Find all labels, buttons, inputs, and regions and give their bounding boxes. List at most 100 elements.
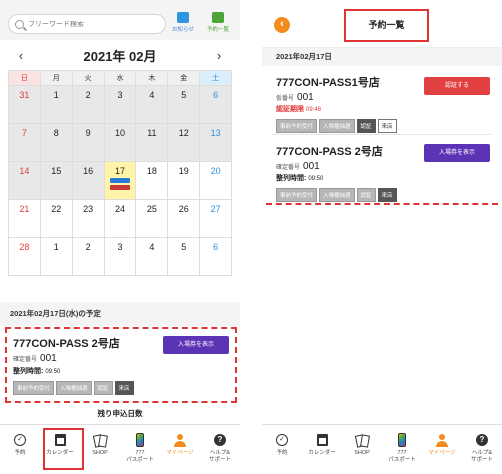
calendar-day[interactable]: 8 bbox=[40, 124, 73, 162]
calendar-day[interactable]: 4 bbox=[136, 86, 169, 124]
calendar-grid: 日 月 火 水 木 金 土 31 1 2 3 4 5 6 7 8 9 10 11… bbox=[8, 70, 233, 276]
help-icon: ? bbox=[214, 434, 226, 446]
tab-shop[interactable]: SHOP bbox=[342, 425, 382, 474]
calendar-day[interactable]: 3 bbox=[104, 238, 137, 276]
calendar-day[interactable]: 13 bbox=[200, 124, 233, 162]
calendar-day[interactable]: 31 bbox=[9, 86, 41, 124]
calendar-day[interactable]: 5 bbox=[168, 86, 201, 124]
mail-icon bbox=[177, 12, 189, 23]
search-input[interactable] bbox=[28, 20, 148, 28]
tab-calendar[interactable]: カレンダー bbox=[302, 425, 342, 474]
code-row: 確定番号 001 bbox=[13, 353, 229, 364]
tab-label: カレンダー bbox=[308, 450, 336, 456]
time-value: 09:48 bbox=[306, 107, 322, 113]
tab-mypage[interactable]: マイページ bbox=[422, 425, 462, 474]
status-steps: 事前予約受付 入場権抽選 認証 来店 bbox=[13, 381, 229, 395]
tab-label: SHOP bbox=[354, 450, 370, 456]
calendar-day[interactable]: 2 bbox=[72, 238, 105, 276]
time-value: 09:50 bbox=[308, 176, 324, 182]
tab-help[interactable]: ? ヘルプ& サポート bbox=[462, 425, 502, 474]
step-chip: 事前予約受付 bbox=[13, 381, 55, 395]
calendar-day[interactable]: 9 bbox=[72, 124, 105, 162]
tab-label: 777 パスポート bbox=[126, 450, 154, 463]
tab-label: 予約 bbox=[276, 450, 288, 456]
calendar-week: 28 1 2 3 4 5 6 bbox=[9, 238, 233, 276]
calendar-day[interactable]: 15 bbox=[40, 162, 73, 200]
schedule-date-label: 2021年02月17日(水)の予定 bbox=[0, 302, 240, 326]
tab-highlight bbox=[43, 428, 84, 470]
notice-button[interactable]: お知らせ bbox=[170, 12, 196, 33]
tab-label: SHOP bbox=[92, 450, 108, 456]
calendar-day-number: 17 bbox=[115, 166, 126, 176]
phone-icon bbox=[136, 433, 144, 447]
search-box[interactable] bbox=[8, 14, 166, 34]
calendar-day[interactable]: 7 bbox=[9, 124, 41, 162]
person-icon bbox=[436, 433, 448, 447]
calendar-day[interactable]: 27 bbox=[200, 200, 233, 238]
calendar-day[interactable]: 6 bbox=[200, 238, 233, 276]
time-row: 整列時間: 09:50 bbox=[13, 366, 229, 376]
tab-reserve[interactable]: ✓ 予約 bbox=[0, 425, 40, 474]
tab-passport[interactable]: 777 パスポート bbox=[120, 425, 160, 474]
prev-month-button[interactable]: ‹ bbox=[14, 48, 28, 63]
tab-passport[interactable]: 777 パスポート bbox=[382, 425, 422, 474]
weekday-label: 金 bbox=[168, 71, 201, 86]
calendar-day[interactable]: 21 bbox=[9, 200, 41, 238]
calendar-day[interactable]: 24 bbox=[104, 200, 137, 238]
phone-icon bbox=[398, 433, 406, 447]
show-ticket-button[interactable]: 入場券を表示 bbox=[163, 336, 229, 354]
time-value: 09:50 bbox=[45, 369, 61, 375]
tab-calendar[interactable]: カレンダー bbox=[40, 425, 84, 474]
calendar-day[interactable]: 12 bbox=[168, 124, 201, 162]
tab-help[interactable]: ? ヘルプ& サポート bbox=[200, 425, 240, 474]
tab-shop[interactable]: SHOP bbox=[80, 425, 120, 474]
calendar-day[interactable]: 5 bbox=[168, 238, 201, 276]
calendar-day[interactable]: 26 bbox=[168, 200, 201, 238]
calendar-day[interactable]: 20 bbox=[200, 162, 233, 200]
tab-mypage[interactable]: マイページ bbox=[160, 425, 200, 474]
status-steps: 事前予約受付 入場権抽選 認証 来店 bbox=[276, 188, 492, 202]
reservation-card[interactable]: 777CON-PASS 2号店 確定番号 001 整列時間: 09:50 事前予約受… bbox=[5, 327, 237, 403]
calendar-icon bbox=[316, 434, 328, 446]
calendar-day[interactable]: 18 bbox=[136, 162, 169, 200]
calendar-day[interactable]: 16 bbox=[72, 162, 105, 200]
calendar-day[interactable]: 23 bbox=[72, 200, 105, 238]
remaining-days-label: 残り申込日数 bbox=[97, 409, 143, 418]
step-chip: 入場権抽選 bbox=[319, 188, 355, 202]
calendar-day[interactable]: 6 bbox=[200, 86, 233, 124]
calendar-day-today[interactable]: 17 bbox=[104, 162, 137, 200]
authenticate-button[interactable]: 認証する bbox=[424, 77, 490, 95]
calendar-day[interactable]: 22 bbox=[40, 200, 73, 238]
calendar-day[interactable]: 10 bbox=[104, 124, 137, 162]
time-label: 整列時間: bbox=[276, 175, 307, 182]
calendar-day[interactable]: 28 bbox=[9, 238, 41, 276]
calendar-day[interactable]: 14 bbox=[9, 162, 41, 200]
list-icon bbox=[212, 12, 224, 23]
reservation-list-screen: ‹ 予約一覧 2021年02月17日 777CON-PASS1号店 仮番号 001… bbox=[262, 0, 502, 474]
calendar-day[interactable]: 19 bbox=[168, 162, 201, 200]
month-title: 2021年 02月 bbox=[83, 48, 157, 64]
back-button[interactable]: ‹ bbox=[274, 17, 290, 33]
reservation-item[interactable]: 777CON-PASS1号店 仮番号 001 認証期限 09:48 事前予約受付 入… bbox=[262, 66, 502, 134]
calendar-day[interactable]: 2 bbox=[72, 86, 105, 124]
calendar-day[interactable]: 25 bbox=[136, 200, 169, 238]
weekday-label: 日 bbox=[9, 71, 41, 86]
calendar-day[interactable]: 3 bbox=[104, 86, 137, 124]
calendar-day[interactable]: 11 bbox=[136, 124, 169, 162]
person-icon bbox=[174, 433, 186, 447]
calendar-week: 31 1 2 3 4 5 6 bbox=[9, 86, 233, 124]
tab-reserve[interactable]: ✓ 予約 bbox=[262, 425, 302, 474]
show-ticket-button[interactable]: 入場券を表示 bbox=[424, 144, 490, 162]
calendar-week: 14 15 16 17 18 19 20 bbox=[9, 162, 233, 200]
reservation-item[interactable]: 777CON-PASS 2号店 確定番号 001 整列時間: 09:50 事前予約受… bbox=[262, 135, 502, 203]
time-row: 認証期限 09:48 bbox=[276, 104, 492, 114]
calendar-day[interactable]: 1 bbox=[40, 238, 73, 276]
reserve-list-button[interactable]: 予約一覧 bbox=[205, 12, 231, 33]
next-month-button[interactable]: › bbox=[212, 48, 226, 63]
code-label: 確定番号 bbox=[13, 357, 38, 363]
code-label: 確定番号 bbox=[276, 165, 301, 171]
page-header: ‹ 予約一覧 bbox=[262, 0, 502, 48]
tab-label: ヘルプ& サポート bbox=[208, 450, 231, 463]
calendar-day[interactable]: 4 bbox=[136, 238, 169, 276]
calendar-day[interactable]: 1 bbox=[40, 86, 73, 124]
